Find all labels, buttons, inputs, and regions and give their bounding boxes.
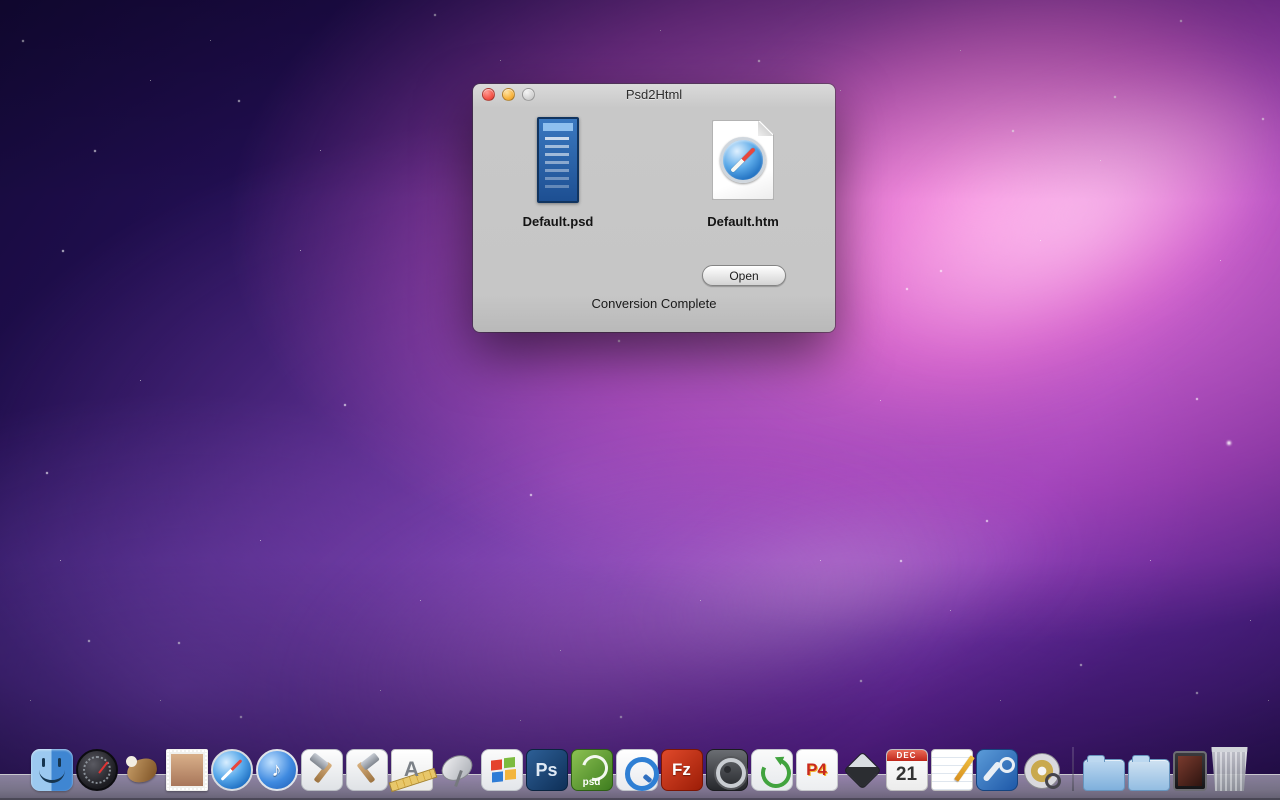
blue-utility-icon[interactable]: [976, 749, 1018, 791]
ps-glyph: Ps: [535, 760, 557, 781]
calendar-day-label: 21: [887, 761, 927, 789]
open-button[interactable]: Open: [702, 265, 786, 286]
letter-a-glyph: A: [404, 758, 419, 782]
desktop: { "window": { "title": "Psd2Html", "sour…: [0, 0, 1280, 800]
textedit-icon[interactable]: [931, 749, 973, 791]
dock: ♪ A Ps psd Fz P4 DEC 21: [0, 722, 1280, 800]
trash-icon[interactable]: [1210, 747, 1250, 791]
folder-stack-icon-2[interactable]: [1128, 759, 1170, 791]
xcode-hammer-icon[interactable]: [301, 749, 343, 791]
safari-icon[interactable]: [211, 749, 253, 791]
htm-file-icon[interactable]: [712, 120, 774, 200]
page-fold-corner: [758, 121, 773, 136]
minimize-button[interactable]: [502, 88, 515, 101]
folder-stack-icon-1[interactable]: [1083, 759, 1125, 791]
perforce-icon[interactable]: P4: [796, 749, 838, 791]
htm-icon-area: [683, 114, 803, 206]
source-file-block: Default.psd: [498, 114, 618, 229]
psd-glyph: psd: [583, 777, 601, 788]
stars-dim: [0, 0, 1, 1]
windows-flag-icon[interactable]: [481, 749, 523, 791]
conversion-status-text: Conversion Complete: [473, 296, 835, 311]
text-ruler-icon[interactable]: A: [391, 749, 433, 791]
close-button[interactable]: [482, 88, 495, 101]
dock-separator: [1072, 747, 1074, 791]
traffic-lights: [482, 88, 535, 101]
quicktime-icon[interactable]: [616, 749, 658, 791]
fz-glyph: Fz: [672, 760, 691, 780]
zoom-button-disabled: [522, 88, 535, 101]
safari-compass-icon: [720, 137, 766, 183]
filezilla-icon[interactable]: Fz: [661, 749, 703, 791]
gear-app-icon[interactable]: [706, 749, 748, 791]
itunes-icon[interactable]: ♪: [256, 749, 298, 791]
psd-file-label: Default.psd: [498, 214, 618, 229]
psd-file-icon[interactable]: [537, 117, 579, 203]
dashboard-icon[interactable]: [76, 749, 118, 791]
title-bar[interactable]: Psd2Html: [473, 84, 835, 106]
aurora-streak-beam: [503, 406, 1177, 764]
disk-utility-icon[interactable]: [1021, 749, 1063, 791]
mail-stamp-icon[interactable]: [166, 749, 208, 791]
target-file-block: Default.htm: [683, 114, 803, 229]
psd-icon-area: [498, 114, 618, 206]
calendar-month-label: DEC: [887, 750, 927, 761]
psd2html-window: Psd2Html Default.psd Default.htm Open Co…: [473, 84, 835, 332]
ical-icon[interactable]: DEC 21: [886, 749, 928, 791]
dock-icon-row: ♪ A Ps psd Fz P4 DEC 21: [0, 747, 1280, 791]
eagle-app-icon[interactable]: [121, 749, 163, 791]
psd-tool-icon[interactable]: psd: [571, 749, 613, 791]
htm-file-label: Default.htm: [683, 214, 803, 229]
media-stack-icon[interactable]: [1173, 751, 1207, 791]
satellite-dish-icon[interactable]: [436, 749, 478, 791]
p4-glyph: P4: [806, 760, 827, 780]
finder-icon[interactable]: [31, 749, 73, 791]
inkscape-diamond-icon[interactable]: [841, 749, 883, 791]
itunes-note-glyph: ♪: [272, 759, 282, 782]
developer-hammer-icon[interactable]: [346, 749, 388, 791]
refresh-arrows-icon[interactable]: [751, 749, 793, 791]
photoshop-icon[interactable]: Ps: [526, 749, 568, 791]
